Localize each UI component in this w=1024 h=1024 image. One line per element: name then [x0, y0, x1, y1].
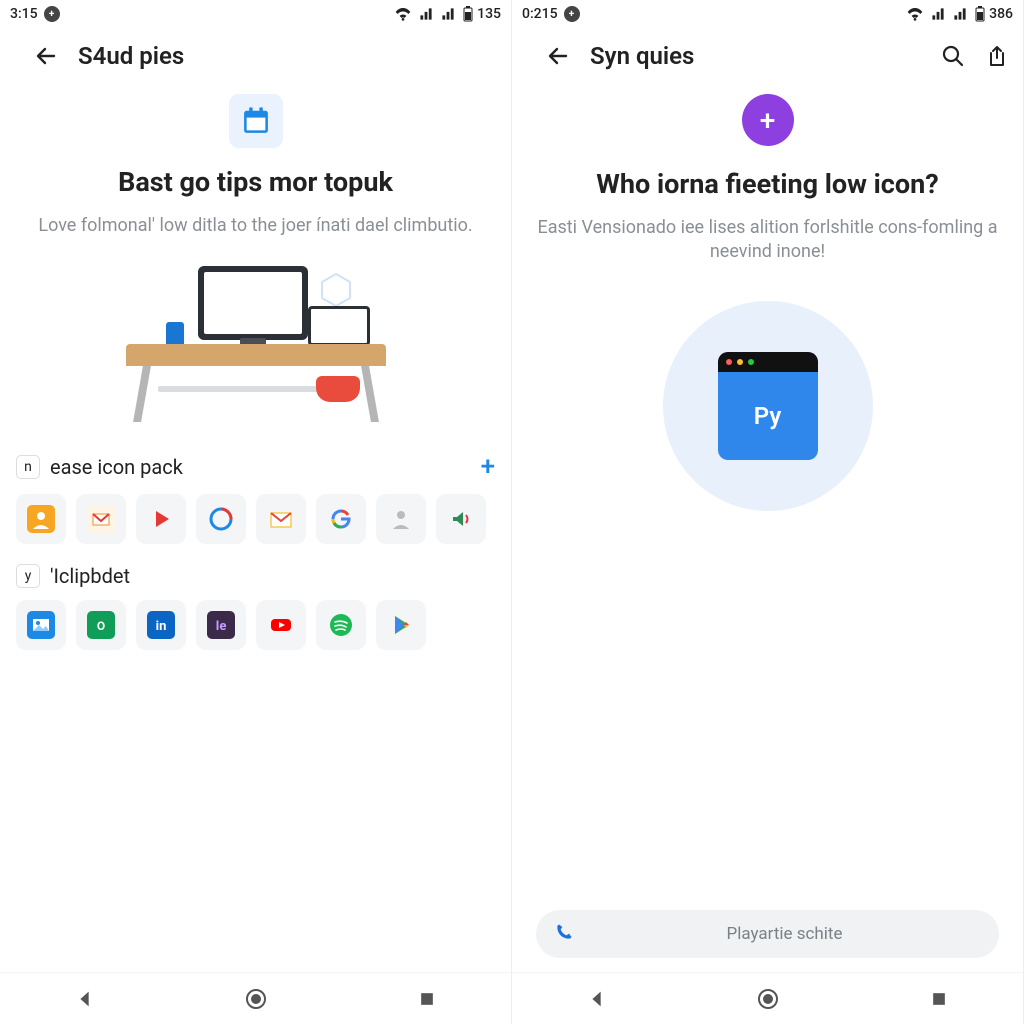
hero-subtitle: Love folmonal' low ditla to the joer ína… [38, 214, 472, 238]
app-bar: Syn quies [512, 28, 1023, 84]
add-button[interactable]: + [481, 452, 495, 482]
status-battery-text: 135 [477, 6, 501, 22]
nav-recent-button[interactable] [929, 989, 949, 1009]
wifi-icon [391, 6, 411, 22]
tile-sheets-icon[interactable]: O [76, 600, 126, 650]
calendar-icon [229, 94, 283, 148]
section-label: 'Iclipbdet [50, 564, 130, 588]
tile-person-icon[interactable] [376, 494, 426, 544]
tile-linkedin-icon[interactable]: in [136, 600, 186, 650]
hero: + Who iorna fieeting low icon? Easti Ven… [512, 84, 1023, 511]
status-dot-icon: + [564, 6, 580, 22]
screen-right: 0:215 + 386 Syn quies + W [512, 0, 1024, 1024]
svg-text:Ie: Ie [216, 619, 227, 634]
section-ease: n ease icon pack + [0, 436, 511, 548]
app-card-label: Py [718, 372, 818, 460]
tile-google-icon[interactable] [316, 494, 366, 544]
app-bar: S4ud pies [0, 28, 511, 84]
tile-browser-icon[interactable] [196, 494, 246, 544]
tile-adobe-icon[interactable]: Ie [196, 600, 246, 650]
signal-2-icon [437, 6, 455, 22]
hero-illustration: Py [663, 301, 873, 511]
hero-subtitle: Easti Vensionado iee lises alition forls… [536, 216, 999, 265]
page-title: S4ud pies [78, 42, 184, 70]
tile-mail-icon[interactable] [76, 494, 126, 544]
page-title: Syn quies [590, 42, 694, 70]
status-bar: 3:15 + 135 [0, 0, 511, 28]
battery-icon [971, 6, 985, 22]
hero: Bast go tips mor topuk Love folmonal' lo… [0, 84, 511, 238]
nav-home-button[interactable] [756, 987, 780, 1011]
search-placeholder: Playartie schite [588, 924, 981, 944]
wifi-icon [903, 6, 923, 22]
back-button[interactable] [34, 44, 58, 68]
signal-2-icon [949, 6, 967, 22]
nav-home-button[interactable] [244, 987, 268, 1011]
nav-back-button[interactable] [586, 988, 608, 1010]
status-time: 0:215 [522, 6, 558, 22]
battery-icon [459, 6, 473, 22]
search-button[interactable] [941, 44, 965, 68]
search-input[interactable]: Playartie schite [536, 910, 999, 958]
share-button[interactable] [985, 44, 1009, 68]
tile-playstore-icon[interactable] [376, 600, 426, 650]
status-time: 3:15 [10, 6, 38, 22]
app-card-icon: Py [718, 352, 818, 460]
tile-image-icon[interactable] [16, 600, 66, 650]
section-tag-icon: n [16, 455, 40, 479]
section-label: ease icon pack [50, 455, 183, 479]
tile-gmail-icon[interactable] [256, 494, 306, 544]
tile-speaker-icon[interactable] [436, 494, 486, 544]
hero-title: Bast go tips mor topuk [118, 166, 393, 198]
nav-recent-button[interactable] [417, 989, 437, 1009]
tile-play-icon[interactable] [136, 494, 186, 544]
section-tag-icon: y [16, 564, 40, 588]
hero-title: Who iorna fieeting low icon? [596, 168, 938, 200]
section-clip: y 'Iclipbdet O in Ie [0, 548, 511, 654]
tile-contact-icon[interactable] [16, 494, 66, 544]
status-bar: 0:215 + 386 [512, 0, 1023, 28]
status-battery-text: 386 [989, 6, 1013, 22]
status-dot-icon: + [44, 6, 60, 22]
back-button[interactable] [546, 44, 570, 68]
tile-spotify-icon[interactable] [316, 600, 366, 650]
tile-youtube-icon[interactable] [256, 600, 306, 650]
plus-icon: + [760, 104, 776, 137]
screen-left: 3:15 + 135 S4ud pies Bast go tips mor to… [0, 0, 512, 1024]
nav-bar [512, 972, 1023, 1024]
nav-bar [0, 972, 511, 1024]
svg-text:in: in [156, 619, 167, 634]
signal-icon [415, 6, 433, 22]
phone-icon [554, 922, 574, 946]
signal-icon [927, 6, 945, 22]
nav-back-button[interactable] [74, 988, 96, 1010]
add-fab[interactable]: + [742, 94, 794, 146]
desk-illustration [116, 266, 396, 436]
svg-text:O: O [97, 619, 105, 633]
